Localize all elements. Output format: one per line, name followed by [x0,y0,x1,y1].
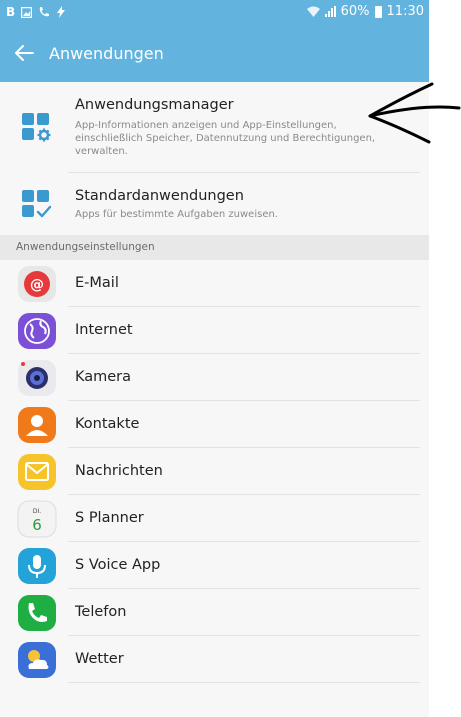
wifi-icon [306,6,320,17]
application-manager-title: Anwendungsmanager [75,97,234,113]
app-item-s-planner[interactable]: DI. 6 S Planner [0,495,429,542]
app-label: Kamera [75,369,132,385]
call-icon [39,7,50,17]
app-label: E-Mail [75,275,119,291]
status-b-icon: B [6,5,16,19]
status-right: 60% 11:30 [306,4,424,19]
app-item-email[interactable]: @ E-Mail [0,260,429,307]
messages-icon [18,454,56,490]
camera-icon [18,360,56,396]
app-item-internet[interactable]: Internet [0,307,429,354]
status-left: B [6,5,66,19]
calendar-day: DI. [33,508,41,515]
svg-text:@: @ [30,277,44,293]
app-item-messages[interactable]: Nachrichten [0,448,429,495]
app-item-camera[interactable]: Kamera [0,354,429,401]
calendar-icon: DI. 6 [17,500,57,538]
app-item-weather[interactable]: Wetter [0,636,429,683]
signal-icon [324,6,336,17]
app-label: S Planner [75,510,144,526]
app-manager-icon [22,113,51,142]
app-label: Telefon [75,604,127,620]
default-apps-icon [22,190,52,218]
calendar-date: 6 [32,516,42,534]
app-settings-list: @ E-Mail Internet Kamera Kontakte Nachri… [0,260,429,683]
phone-icon [18,595,56,631]
app-item-contacts[interactable]: Kontakte [0,401,429,448]
battery-icon [374,5,382,18]
default-apps-item[interactable]: Standardanwendungen Apps für bestimmte A… [0,173,429,235]
default-apps-subtitle: Apps für bestimmte Aufgaben zuweisen. [75,209,278,220]
annotation-arrow-icon [368,82,461,144]
divider [68,682,420,683]
application-manager-subtitle: App-Informationen anzeigen und App-Einst… [75,120,376,157]
app-label: Wetter [75,651,124,667]
page-title: Anwendungen [49,44,164,63]
clock: 11:30 [386,4,424,19]
weather-icon [18,642,56,678]
app-label: Kontakte [75,416,140,432]
app-label: S Voice App [75,557,161,573]
app-label: Nachrichten [75,463,163,479]
status-bar: B 60% 11:30 [0,0,429,25]
battery-percent: 60% [340,4,370,19]
app-label: Internet [75,322,133,338]
section-label: Anwendungseinstellungen [16,241,155,253]
app-bar: Anwendungen [0,25,429,82]
internet-icon [18,313,56,349]
section-header: Anwendungseinstellungen [0,235,429,260]
gallery-icon [21,6,33,18]
bolt-icon [57,6,66,18]
contacts-icon [18,407,56,443]
app-item-s-voice[interactable]: S Voice App [0,542,429,589]
microphone-icon [18,548,56,584]
email-icon: @ [18,266,56,302]
back-arrow-icon[interactable] [11,39,39,67]
app-item-phone[interactable]: Telefon [0,589,429,636]
default-apps-title: Standardanwendungen [75,188,244,204]
